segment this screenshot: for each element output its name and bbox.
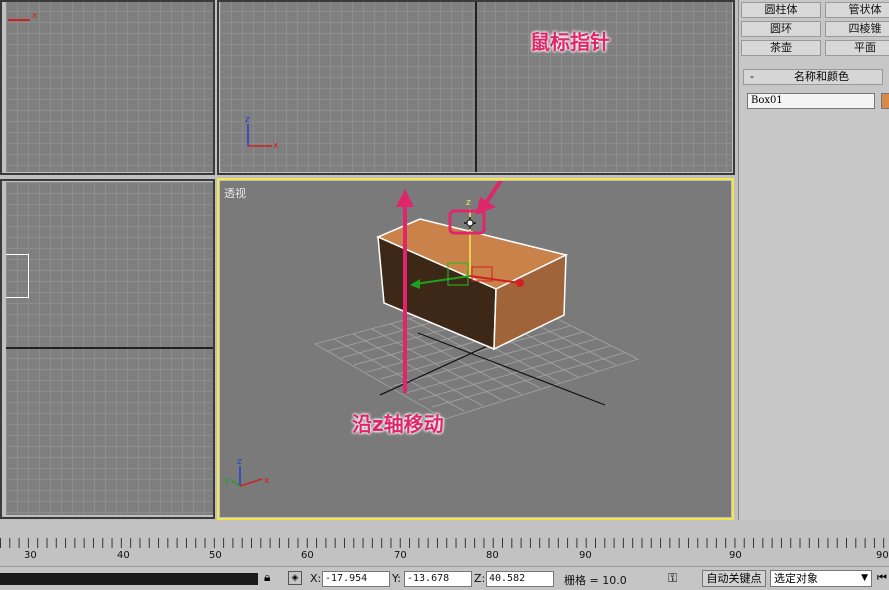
coord-x-label: X: [310, 572, 322, 585]
ruler-tick-label: 70 [394, 550, 407, 561]
coord-y-label: Y: [392, 572, 401, 585]
primitive-button-pyramid[interactable]: 四棱锥 [825, 21, 889, 37]
coord-y-field[interactable]: -13.678 [404, 571, 472, 587]
viewport-border [0, 0, 215, 175]
annotation-move-along-z: 沿z轴移动 [352, 412, 444, 436]
primitive-button-cylinder[interactable]: 圆柱体 [741, 2, 821, 18]
ruler-tick-label: 50 [209, 550, 222, 561]
go-to-start-icon[interactable]: ⏮ [877, 571, 887, 585]
object-color-swatch[interactable] [881, 93, 889, 109]
ruler-tick-label: 90 [579, 550, 592, 561]
chevron-down-icon: ▼ [861, 573, 868, 583]
grid-size-text: 栅格 = 10.0 [564, 574, 627, 587]
primitive-button-tube[interactable]: 管状体 [825, 2, 889, 18]
viewport-border [217, 0, 735, 175]
lock-icon[interactable]: 🔒︎ [264, 570, 270, 585]
primitive-button-teapot[interactable]: 茶壶 [741, 40, 821, 56]
status-message-area [0, 573, 258, 585]
ruler-tick-label: 30 [24, 550, 37, 561]
object-name-field[interactable]: Box01 [747, 93, 875, 109]
ruler-ticks [0, 538, 889, 548]
viewport-border [0, 179, 215, 519]
command-panel: 圆柱体 管状体 圆环 四棱锥 茶壶 平面 - 名称和颜色 Box01 [738, 0, 889, 520]
rollout-header-name-color[interactable]: - 名称和颜色 [743, 69, 883, 85]
key-icon[interactable]: ⚿ [668, 571, 694, 585]
ruler-tick-label: 90 [729, 550, 742, 561]
coord-z-label: Z: [474, 572, 486, 585]
ruler-tick-label: 40 [117, 550, 130, 561]
viewport-active-border [217, 178, 734, 520]
primitive-button-torus[interactable]: 圆环 [741, 21, 821, 37]
absolute-mode-icon[interactable]: ◈ [288, 571, 302, 585]
ruler-tick-label: 60 [301, 550, 314, 561]
primitive-button-plane[interactable]: 平面 [825, 40, 889, 56]
rollout-collapse-icon: - [750, 70, 754, 83]
status-bar: 🔒︎ ◈ X: -17.954 Y: -13.678 Z: 40.582 栅格 … [0, 566, 889, 590]
annotation-mouse-pointer: 鼠标指针 [530, 30, 610, 54]
coord-x-field[interactable]: -17.954 [322, 571, 390, 587]
ruler-tick-label: 90 [876, 550, 889, 561]
ruler-tick-label: 80 [486, 550, 499, 561]
selection-filter-dropdown[interactable]: 选定对象 ▼ [770, 570, 872, 587]
rollout-title: 名称和颜色 [794, 70, 849, 83]
coord-z-field[interactable]: 40.582 [486, 571, 554, 587]
selection-filter-value: 选定对象 [774, 572, 818, 585]
auto-key-button[interactable]: 自动关键点 [702, 570, 766, 587]
